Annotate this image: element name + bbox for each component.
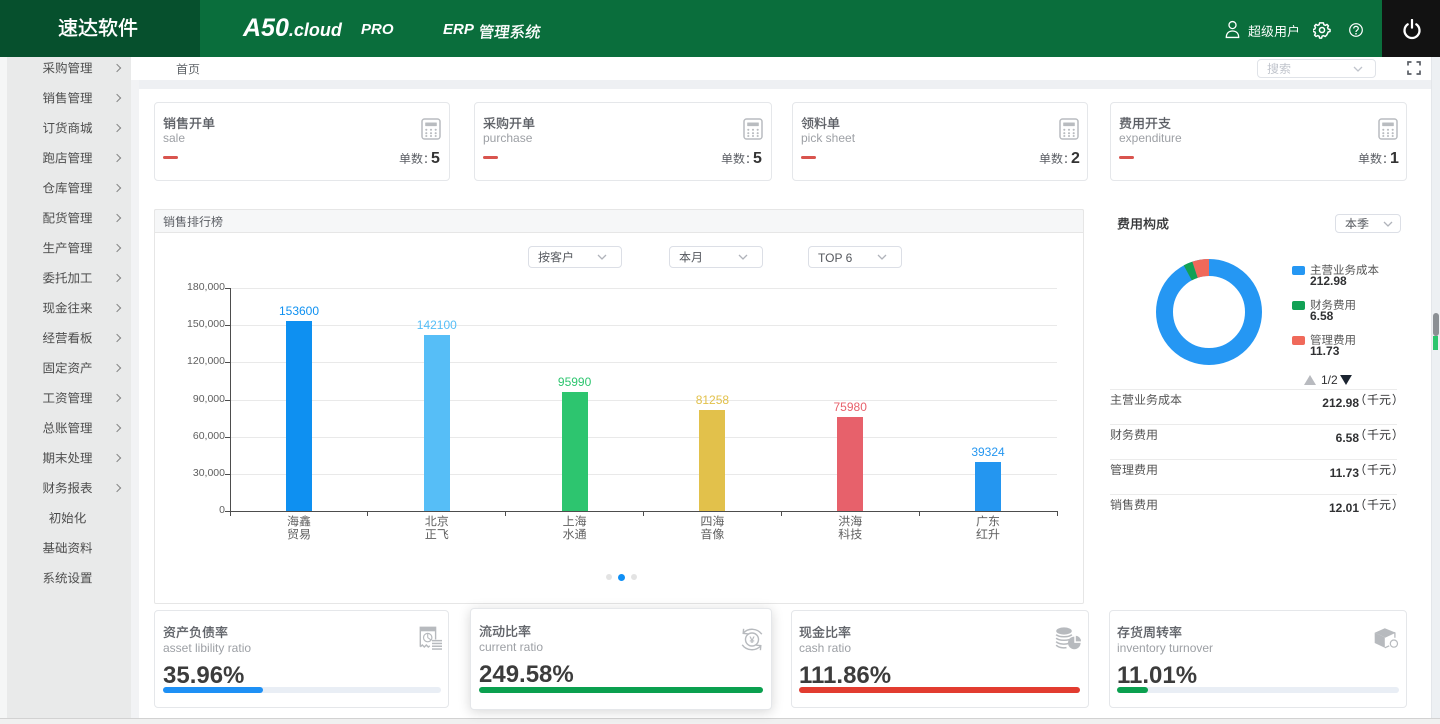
svg-text:¥: ¥ xyxy=(749,635,755,646)
